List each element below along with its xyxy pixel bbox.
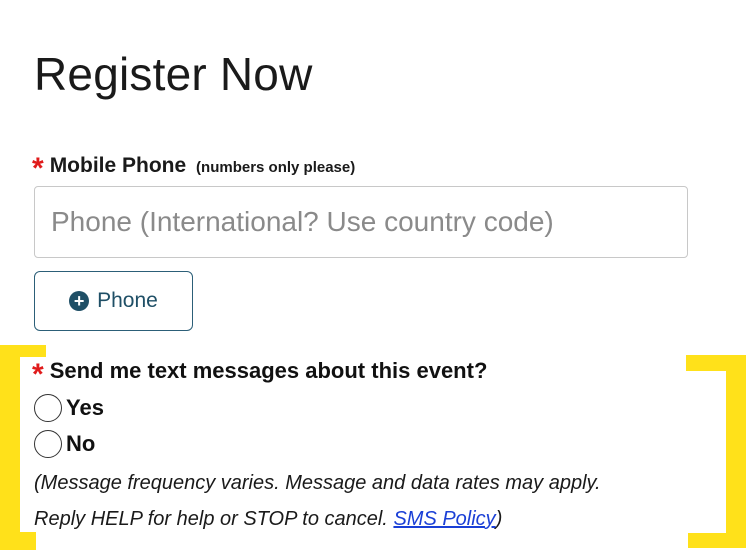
- radio-no-label: No: [66, 431, 96, 456]
- highlight-bracket-left-top: [0, 345, 46, 357]
- mobile-phone-label: * Mobile Phone (numbers only please): [32, 146, 356, 185]
- radio-option-yes[interactable]: Yes: [34, 394, 104, 422]
- page-title: Register Now: [34, 47, 313, 100]
- radio-yes-label: Yes: [66, 395, 104, 420]
- required-asterisk: *: [32, 358, 44, 391]
- sms-policy-link[interactable]: SMS Policy: [393, 508, 495, 530]
- add-phone-button[interactable]: + Phone: [34, 271, 193, 331]
- mobile-phone-label-text: Mobile Phone: [49, 154, 187, 177]
- required-asterisk: *: [32, 152, 44, 185]
- disclaimer-line-1: (Message frequency varies. Message and d…: [34, 472, 601, 494]
- highlight-bracket-right-top: [686, 355, 746, 371]
- radio-no[interactable]: [34, 430, 62, 458]
- highlight-bracket-left-bottom: [0, 532, 36, 550]
- radio-option-no[interactable]: No: [34, 430, 95, 458]
- sms-question-text: Send me text messages about this event?: [49, 358, 488, 383]
- plus-circle-icon: +: [69, 291, 90, 311]
- add-phone-label: Phone: [97, 289, 158, 312]
- mobile-phone-hint: (numbers only please): [196, 159, 356, 176]
- radio-yes[interactable]: [34, 394, 62, 422]
- disclaimer-line-2-text: Reply HELP for help or STOP to cancel.: [34, 508, 388, 530]
- highlight-bracket-right: [726, 355, 746, 545]
- disclaimer-close: ): [495, 508, 503, 530]
- highlight-bracket-right-bottom: [688, 533, 746, 548]
- phone-input[interactable]: [34, 186, 688, 258]
- disclaimer-line-2: Reply HELP for help or STOP to cancel. S…: [34, 501, 734, 537]
- sms-question: * Send me text messages about this event?: [32, 352, 488, 391]
- sms-disclaimer: (Message frequency varies. Message and d…: [34, 465, 734, 537]
- highlight-bracket-left: [0, 345, 20, 550]
